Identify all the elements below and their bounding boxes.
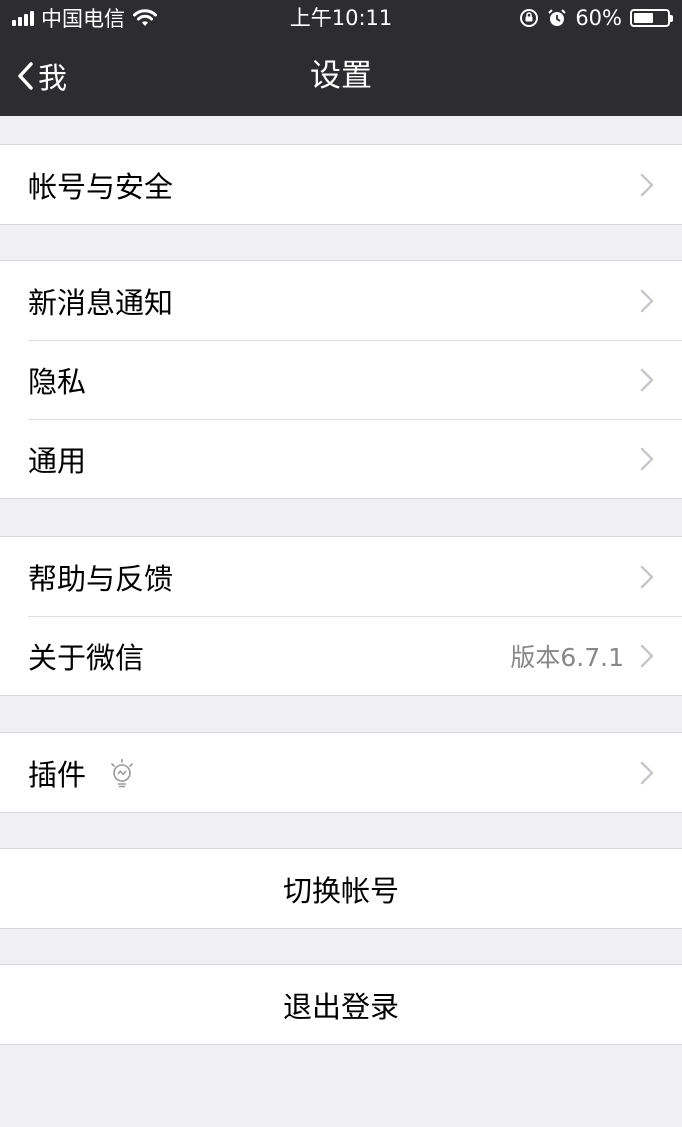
cell-label: 插件 [28, 757, 87, 792]
battery-fill [634, 13, 654, 23]
switch-account-label: 切换帐号 [282, 873, 399, 908]
cell-label: 隐私 [28, 364, 87, 399]
cell-label: 新消息通知 [28, 285, 174, 320]
navigation-bar: 我 设置 [0, 36, 682, 116]
switch-account-group: 切换帐号 [0, 848, 682, 929]
settings-group-plugins: 插件 [0, 732, 682, 813]
settings-group-account: 帐号与安全 [0, 144, 682, 225]
battery-percentage: 60% [575, 6, 622, 30]
cell-label: 帮助与反馈 [28, 561, 174, 596]
settings-group-help: 帮助与反馈 关于微信 版本6.7.1 [0, 536, 682, 696]
cell-privacy[interactable]: 隐私 [0, 340, 682, 419]
settings-group-general: 新消息通知 隐私 通用 [0, 260, 682, 499]
logout-group: 退出登录 [0, 964, 682, 1045]
cell-general[interactable]: 通用 [0, 419, 682, 498]
rotation-lock-icon [520, 9, 539, 27]
cell-new-message-notification[interactable]: 新消息通知 [0, 261, 682, 340]
logout-label: 退出登录 [282, 989, 399, 1024]
cell-label: 帐号与安全 [28, 169, 174, 204]
chevron-right-icon [640, 644, 654, 667]
logout-button[interactable]: 退出登录 [0, 965, 682, 1044]
cell-label: 通用 [28, 443, 87, 478]
battery-icon [630, 9, 673, 27]
lightbulb-icon [111, 758, 133, 787]
status-bar: 中国电信 上午10:11 60% [0, 0, 682, 36]
page-title: 设置 [310, 58, 372, 94]
cell-label: 关于微信 [28, 640, 145, 675]
status-right: 60% [519, 0, 673, 36]
cell-account-security[interactable]: 帐号与安全 [0, 145, 682, 224]
version-text: 版本6.7.1 [510, 642, 624, 672]
cell-plugins[interactable]: 插件 [0, 733, 682, 812]
chevron-right-icon [640, 368, 654, 391]
chevron-right-icon [640, 761, 654, 784]
switch-account-button[interactable]: 切换帐号 [0, 849, 682, 928]
cell-about-wechat[interactable]: 关于微信 版本6.7.1 [0, 616, 682, 695]
chevron-right-icon [640, 565, 654, 588]
chevron-right-icon [640, 173, 654, 196]
chevron-right-icon [640, 447, 654, 470]
chevron-right-icon [640, 289, 654, 312]
alarm-icon [548, 9, 567, 26]
cell-help-feedback[interactable]: 帮助与反馈 [0, 537, 682, 616]
